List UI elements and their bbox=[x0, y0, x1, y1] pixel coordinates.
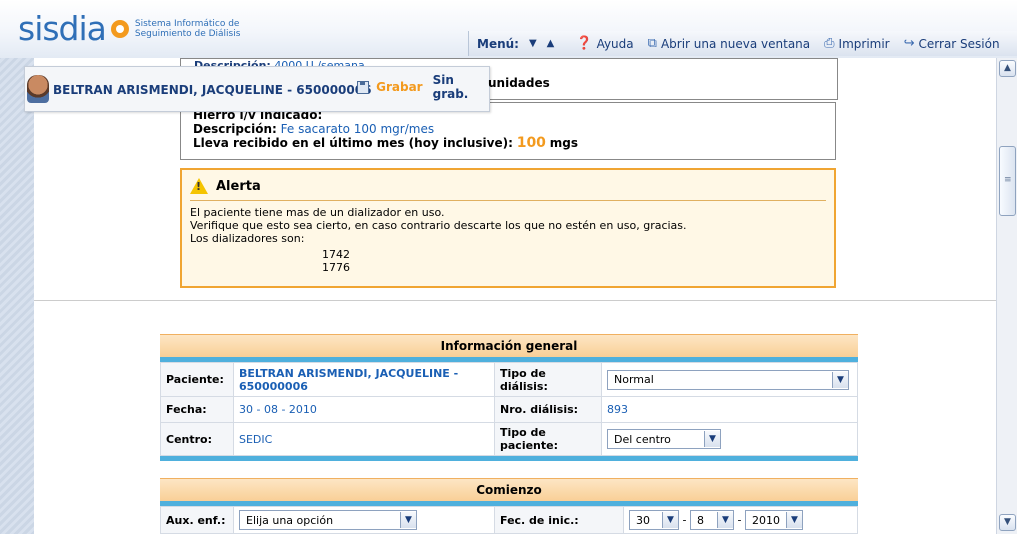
alert-message: El paciente tiene mas de un dializador e… bbox=[190, 206, 687, 245]
logo-text: sisdia bbox=[18, 9, 107, 48]
chevron-down-icon: ▼ bbox=[704, 431, 720, 447]
logo-circle-icon bbox=[110, 20, 129, 38]
comienzo-table: Aux. enf.: Elija una opción ▼ Fec. de in… bbox=[160, 506, 858, 534]
chevron-down-icon: ▼ bbox=[832, 371, 848, 388]
aux-enf-cell: Elija una opción ▼ bbox=[233, 506, 495, 534]
help-link[interactable]: ❓ Ayuda bbox=[576, 36, 633, 51]
logout-link[interactable]: ↪ Cerrar Sesión bbox=[904, 36, 1000, 51]
aux-enf-select[interactable]: Elija una opción ▼ bbox=[239, 510, 417, 530]
dializer-item: 1742 bbox=[322, 248, 350, 261]
tipo-paciente-select[interactable]: Del centro ▼ bbox=[607, 429, 721, 449]
table-row: Paciente: BELTRAN ARISMENDI, JACQUELINE … bbox=[160, 362, 858, 397]
logo-subtitle: Sistema Informático de Seguimiento de Di… bbox=[134, 19, 241, 39]
nro-dialisis-label: Nro. diálisis: bbox=[494, 396, 602, 423]
centro-label: Centro: bbox=[160, 422, 234, 456]
floppy-disk-icon[interactable] bbox=[357, 80, 370, 94]
tipo-paciente-label: Tipo de paciente: bbox=[494, 422, 602, 456]
alert-title: Alerta bbox=[190, 178, 261, 194]
printer-icon: ⎙ bbox=[824, 36, 835, 51]
table-row: Centro: SEDIC Tipo de paciente: Del cent… bbox=[160, 422, 858, 456]
warning-icon bbox=[190, 178, 208, 194]
iron-desc-label: Descripción: bbox=[193, 122, 277, 136]
app-header: sisdia Sistema Informático de Seguimient… bbox=[0, 0, 1017, 58]
centro-value: SEDIC bbox=[233, 422, 495, 456]
dializer-item: 1776 bbox=[322, 261, 350, 274]
table-row: Aux. enf.: Elija una opción ▼ Fec. de in… bbox=[160, 506, 858, 534]
menu-bar: Menú: ▼ ▲ ❓ Ayuda ⧉ Abrir una nueva vent… bbox=[468, 31, 1017, 56]
new-window-icon: ⧉ bbox=[647, 36, 657, 51]
comienzo-section: Comienzo Aux. enf.: Elija una opción ▼ F… bbox=[160, 478, 858, 534]
year-select[interactable]: 2010 ▼ bbox=[744, 510, 803, 530]
tipo-dialisis-cell: Normal ▼ bbox=[601, 362, 858, 397]
scroll-thumb[interactable]: ≡ bbox=[999, 146, 1016, 216]
content-frame: Hierro i/v indicado: Descripción: Fe sac… bbox=[34, 58, 996, 534]
alert-box: Alerta El paciente tiene mas de un diali… bbox=[180, 168, 836, 288]
logout-icon: ↪ bbox=[903, 36, 915, 51]
table-row: Fecha: 30 - 08 - 2010 Nro. diálisis: 893 bbox=[160, 396, 858, 423]
menu-collapse-icon[interactable]: ▲ bbox=[547, 38, 555, 49]
unsaved-status: Sin grab. bbox=[432, 73, 469, 101]
avatar bbox=[27, 75, 49, 103]
patient-popup: BELTRAN ARISMENDI, JACQUELINE - 65000000… bbox=[24, 66, 490, 112]
general-info-table: Paciente: BELTRAN ARISMENDI, JACQUELINE … bbox=[160, 362, 858, 456]
fec-inic-label: Fec. de inic.: bbox=[494, 506, 624, 534]
tipo-paciente-cell: Del centro ▼ bbox=[601, 422, 858, 456]
patient-name: BELTRAN ARISMENDI, JACQUELINE - 65000000… bbox=[53, 83, 372, 97]
fecha-label: Fecha: bbox=[160, 396, 234, 423]
general-info-title: Información general bbox=[160, 334, 858, 357]
save-button[interactable]: Grabar bbox=[376, 80, 422, 94]
vertical-scrollbar[interactable]: ▲ ≡ ▼ bbox=[996, 58, 1017, 534]
paciente-value: BELTRAN ARISMENDI, JACQUELINE - 65000000… bbox=[233, 362, 495, 397]
tipo-dialisis-select[interactable]: Normal ▼ bbox=[607, 369, 849, 390]
print-link[interactable]: ⎙ Imprimir bbox=[824, 36, 889, 51]
fecha-value: 30 - 08 - 2010 bbox=[233, 396, 495, 423]
date-separator: - bbox=[682, 513, 687, 527]
new-window-link[interactable]: ⧉ Abrir una nueva ventana bbox=[648, 36, 811, 51]
chevron-down-icon: ▼ bbox=[662, 512, 678, 528]
iron-desc-value: Fe sacarato 100 mgr/mes bbox=[280, 122, 435, 136]
fec-inic-cell: 30 ▼ - 8 ▼ - 2010 ▼ bbox=[623, 506, 858, 534]
day-select[interactable]: 30 ▼ bbox=[629, 510, 679, 530]
aux-enf-label: Aux. enf.: bbox=[160, 506, 234, 534]
help-icon: ❓ bbox=[576, 36, 593, 51]
divider bbox=[34, 300, 996, 301]
general-info-section: Información general Paciente: BELTRAN AR… bbox=[160, 334, 858, 461]
nro-dialisis-value: 893 bbox=[601, 396, 858, 423]
units-label: unidades bbox=[488, 76, 550, 90]
iron-received-label: Lleva recibido en el último mes (hoy inc… bbox=[193, 136, 513, 150]
comienzo-title: Comienzo bbox=[160, 478, 858, 501]
logo: sisdia Sistema Informático de Seguimient… bbox=[18, 9, 241, 48]
chevron-down-icon: ▼ bbox=[400, 512, 416, 528]
chevron-down-icon: ▼ bbox=[785, 512, 802, 528]
iron-received-value: 100 bbox=[516, 135, 546, 151]
section-strip bbox=[160, 456, 858, 461]
date-separator: - bbox=[737, 513, 742, 527]
paciente-label: Paciente: bbox=[160, 362, 234, 397]
chevron-down-icon: ▼ bbox=[716, 512, 733, 528]
scroll-down-icon[interactable]: ▼ bbox=[999, 514, 1016, 531]
menu-expand-icon[interactable]: ▼ bbox=[529, 38, 537, 49]
iron-received-unit: mgs bbox=[549, 136, 579, 150]
month-select[interactable]: 8 ▼ bbox=[689, 510, 734, 530]
alert-divider bbox=[190, 200, 826, 201]
dializer-list: 1742 1776 bbox=[322, 248, 350, 274]
save-area: Grabar Sin grab. bbox=[357, 73, 489, 101]
scroll-up-icon[interactable]: ▲ bbox=[999, 60, 1016, 77]
menu-label: Menú: bbox=[477, 36, 519, 51]
tipo-dialisis-label: Tipo de diálisis: bbox=[494, 362, 602, 397]
